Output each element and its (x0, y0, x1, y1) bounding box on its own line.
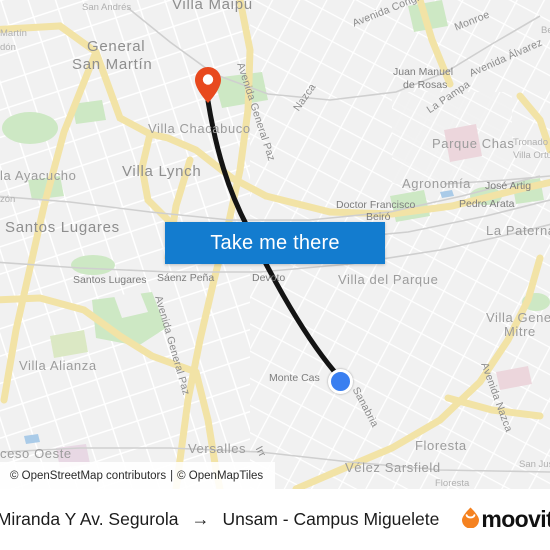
take-me-there-button[interactable]: Take me there (165, 222, 385, 264)
trip-summary-footer: Miranda Y Av. Segurola → Unsam - Campus … (0, 489, 550, 550)
moovit-wordmark: moovit (481, 506, 550, 532)
attribution-openmaptiles[interactable]: © OpenMapTiles (177, 470, 263, 482)
moovit-trip-screen: San Andrés Villa Maipú General San Martín Ma… (0, 0, 550, 550)
moovit-logo[interactable]: moovit (461, 506, 550, 533)
map-canvas[interactable]: San Andrés Villa Maipú General San Martín Ma… (0, 0, 550, 489)
trip-destination-label: Unsam - Campus Miguelete (222, 509, 440, 529)
moovit-pin-smile-icon (461, 507, 480, 533)
destination-marker-dot[interactable] (328, 369, 353, 394)
trip-origin-label: Miranda Y Av. Segurola (0, 509, 179, 529)
arrow-right-icon: → (191, 509, 210, 529)
map-attribution: © OpenStreetMap contributors | © OpenMap… (0, 462, 276, 489)
attribution-osm[interactable]: © OpenStreetMap contributors (10, 470, 166, 482)
attribution-separator: | (170, 469, 174, 482)
